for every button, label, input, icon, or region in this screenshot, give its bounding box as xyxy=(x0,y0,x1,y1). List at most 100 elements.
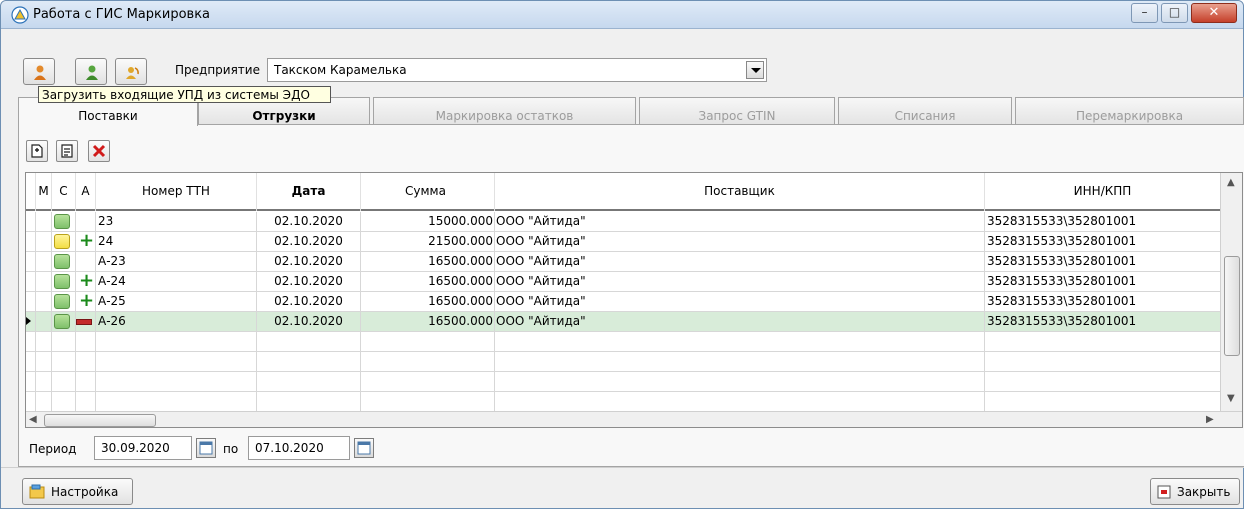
person-green-icon xyxy=(86,65,98,80)
tab-zapros-gtin[interactable]: Запрос GTIN xyxy=(639,97,835,124)
cell-date: 02.10.2020 xyxy=(257,212,361,232)
cell-date: 02.10.2020 xyxy=(257,252,361,272)
table-row[interactable]: 23 02.10.2020 15000.000 ООО "Айтида" 3528315… xyxy=(26,212,1221,232)
enterprise-value: Такском Карамелька xyxy=(274,63,407,77)
main-window: Работа с ГИС Маркировка – □ ✕ Предприяти… xyxy=(0,0,1244,509)
tab-label: Запрос GTIN xyxy=(698,109,776,123)
cell-supplier: ООО "Айтида" xyxy=(495,272,985,292)
close-label: Закрыть xyxy=(1177,485,1231,499)
table-row[interactable]: + А-24 02.10.2020 16500.000 ООО "Айтида" 3528… xyxy=(26,272,1221,292)
calendar-from-button[interactable] xyxy=(196,438,216,458)
row-indicator-header xyxy=(26,173,36,211)
tooltip: Загрузить входящие УПД из системы ЭДО xyxy=(38,86,331,103)
table-row[interactable]: + А-25 02.10.2020 16500.000 ООО "Айтида" 3528… xyxy=(26,292,1221,312)
row-indicator xyxy=(26,272,36,292)
empty-table-row xyxy=(26,392,1221,412)
maximize-icon: □ xyxy=(1168,5,1181,19)
enterprise-select[interactable]: Такском Карамелька xyxy=(267,58,767,82)
cell-a xyxy=(76,252,96,272)
maximize-button[interactable]: □ xyxy=(1161,3,1188,23)
cell-ttn: А-24 xyxy=(96,272,257,292)
minimize-icon: – xyxy=(1141,5,1148,19)
row-indicator xyxy=(26,232,36,252)
cell-inn: 3528315533\352801001 xyxy=(985,212,1221,232)
calendar-to-button[interactable] xyxy=(354,438,374,458)
title-bar: Работа с ГИС Маркировка – □ ✕ xyxy=(1,1,1243,29)
period-to-field[interactable]: 07.10.2020 xyxy=(248,436,350,460)
column-header-c[interactable]: С xyxy=(52,173,76,211)
cell-supplier: ООО "Айтида" xyxy=(495,212,985,232)
settings-icon xyxy=(29,484,45,499)
close-button[interactable]: Закрыть xyxy=(1150,478,1240,505)
cell-date: 02.10.2020 xyxy=(257,312,361,332)
cell-ttn: А-23 xyxy=(96,252,257,272)
vertical-scrollbar[interactable]: ▲ ▼ xyxy=(1220,173,1242,411)
vertical-scroll-thumb[interactable] xyxy=(1224,256,1240,356)
footer-divider xyxy=(1,467,1244,468)
column-header-sum[interactable]: Сумма xyxy=(361,173,495,211)
new-document-button[interactable] xyxy=(26,140,48,162)
settings-button[interactable]: Настройка xyxy=(22,478,133,505)
period-to-label: по xyxy=(223,442,239,456)
minimize-button[interactable]: – xyxy=(1131,3,1158,23)
tab-label: Перемаркировка xyxy=(1075,109,1184,123)
cell-sum: 21500.000 xyxy=(361,232,495,252)
period-label: Период xyxy=(29,442,77,456)
person-orange-icon xyxy=(34,65,46,80)
cell-inn: 3528315533\352801001 xyxy=(985,312,1221,332)
cell-m xyxy=(36,312,52,332)
tab-peremarkirovka[interactable]: Перемаркировка xyxy=(1015,97,1244,124)
sync-button[interactable] xyxy=(115,58,147,85)
cell-sum: 16500.000 xyxy=(361,272,495,292)
cell-sum: 16500.000 xyxy=(361,252,495,272)
load-incoming-upd-button[interactable] xyxy=(23,58,55,85)
scroll-down-icon[interactable]: ▼ xyxy=(1227,393,1235,404)
cell-m xyxy=(36,232,52,252)
table-row[interactable]: А-23 02.10.2020 16500.000 ООО "Айтида" 35283… xyxy=(26,252,1221,272)
tab-label: Маркировка остатков xyxy=(435,109,574,123)
plus-icon: + xyxy=(79,290,95,311)
status-green-icon xyxy=(54,214,70,229)
empty-table-row xyxy=(26,352,1221,372)
status-yellow-icon xyxy=(54,234,70,249)
edit-document-icon xyxy=(61,144,73,158)
cell-date: 02.10.2020 xyxy=(257,272,361,292)
tab-spisaniya[interactable]: Списания xyxy=(838,97,1012,124)
deliveries-table[interactable]: М С А Номер ТТН Дата Сумма Поставщик ИНН… xyxy=(25,172,1243,428)
chevron-down-icon[interactable] xyxy=(746,61,764,79)
close-window-button[interactable]: ✕ xyxy=(1191,3,1237,23)
horizontal-scroll-thumb[interactable] xyxy=(44,414,156,427)
column-header-date[interactable]: Дата xyxy=(257,173,361,211)
horizontal-scrollbar[interactable]: ◀ ▶ xyxy=(26,411,1242,427)
new-document-icon xyxy=(31,144,43,158)
edit-document-button[interactable] xyxy=(56,140,78,162)
period-from-field[interactable]: 30.09.2020 xyxy=(94,436,192,460)
delete-button[interactable] xyxy=(88,140,110,162)
column-header-m[interactable]: М xyxy=(36,173,52,211)
exit-icon xyxy=(1157,485,1171,499)
cell-m xyxy=(36,272,52,292)
column-header-ttn[interactable]: Номер ТТН xyxy=(96,173,257,211)
cell-supplier: ООО "Айтида" xyxy=(495,292,985,312)
cell-m xyxy=(36,292,52,312)
load-outgoing-button[interactable] xyxy=(75,58,107,85)
column-header-supplier[interactable]: Поставщик xyxy=(495,173,985,211)
scroll-up-icon[interactable]: ▲ xyxy=(1227,177,1235,188)
scroll-right-icon[interactable]: ▶ xyxy=(1206,414,1214,425)
tab-label: Списания xyxy=(894,109,956,123)
table-row[interactable]: +24 02.10.2020 21500.000 ООО "Айтида" 352831… xyxy=(26,232,1221,252)
table-row[interactable]: А-26 02.10.2020 16500.000 ООО "Айтида" 35283… xyxy=(26,312,1221,332)
cell-supplier: ООО "Айтида" xyxy=(495,312,985,332)
column-header-a[interactable]: А xyxy=(76,173,96,211)
app-logo-icon xyxy=(11,6,29,24)
cell-inn: 3528315533\352801001 xyxy=(985,272,1221,292)
row-indicator xyxy=(26,292,36,312)
cell-a xyxy=(76,212,96,232)
scroll-left-icon[interactable]: ◀ xyxy=(29,414,37,425)
empty-table-row xyxy=(26,372,1221,392)
window-title: Работа с ГИС Маркировка xyxy=(33,7,211,22)
status-green-icon xyxy=(54,274,70,289)
cell-supplier: ООО "Айтида" xyxy=(495,252,985,272)
column-header-inn[interactable]: ИНН/КПП xyxy=(985,173,1221,211)
tab-markirovka-ostatkov[interactable]: Маркировка остатков xyxy=(373,97,636,124)
